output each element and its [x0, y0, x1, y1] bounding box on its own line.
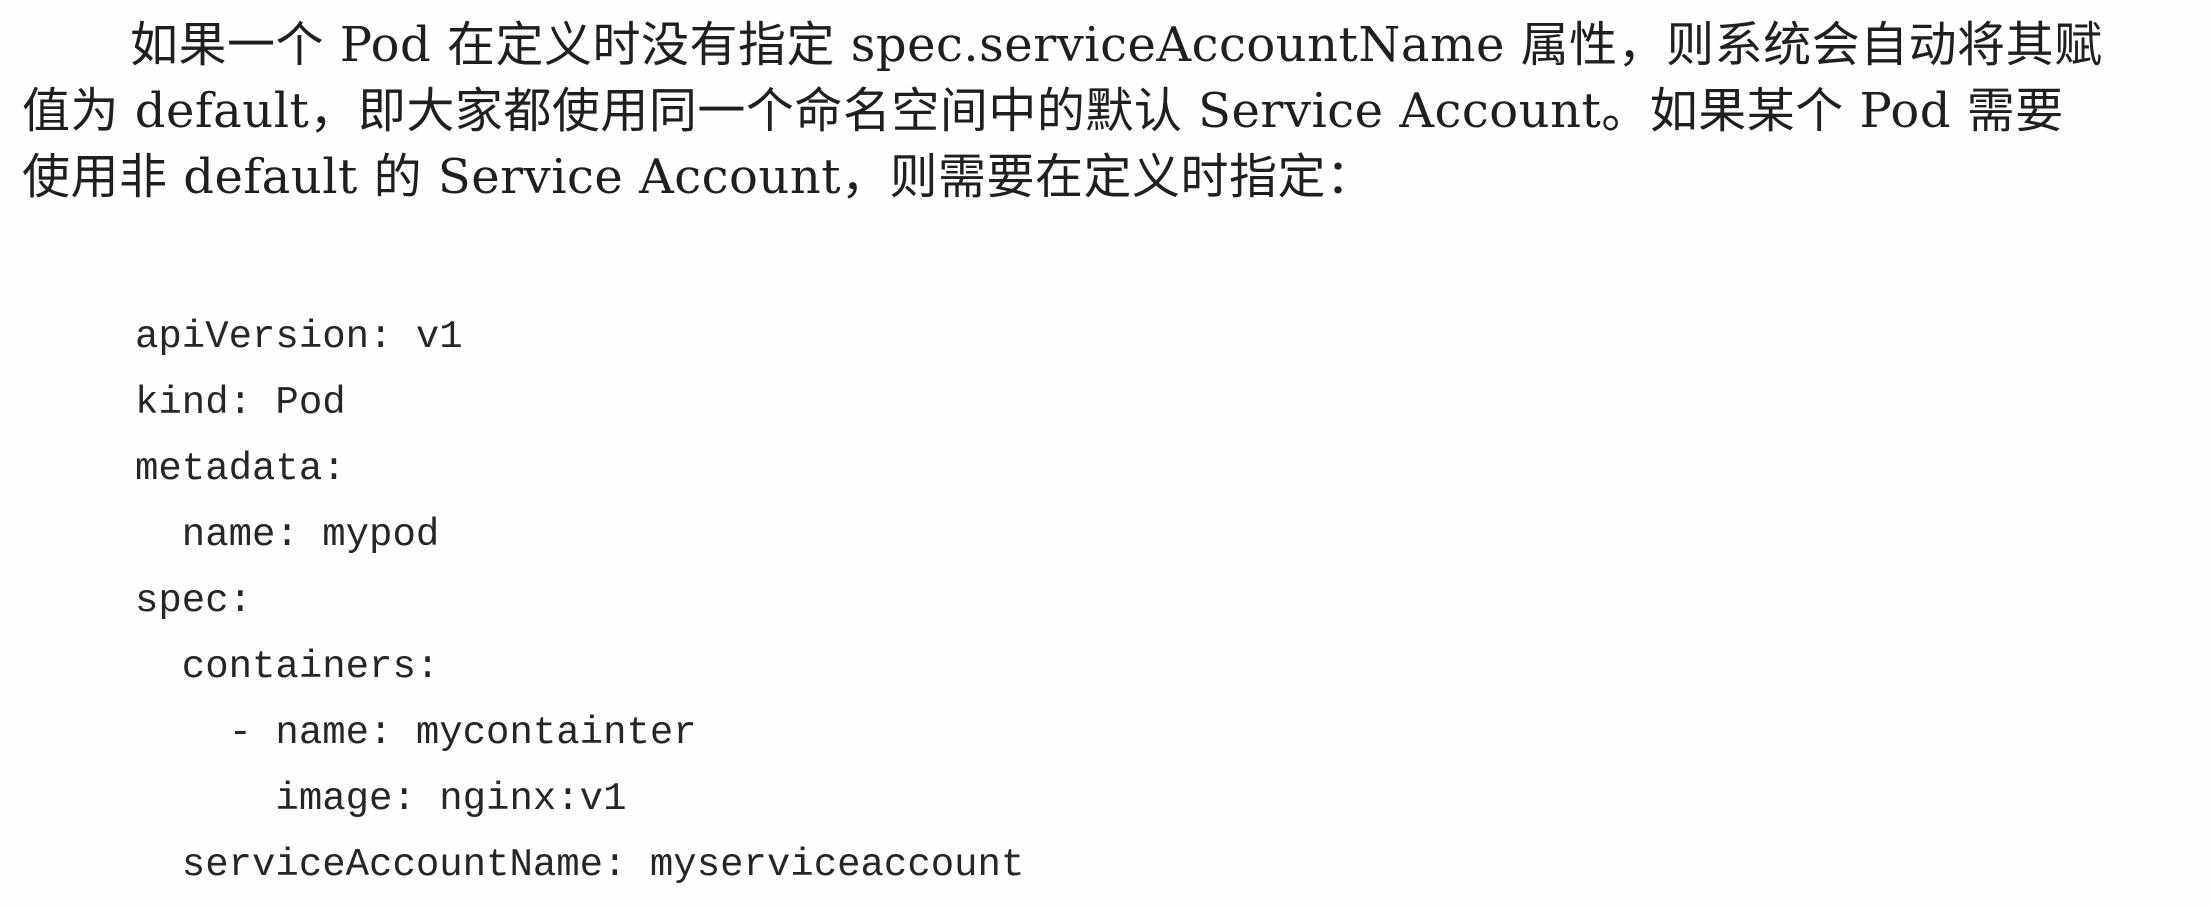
code-line: containers: — [135, 645, 440, 689]
document-page: 如果一个 Pod 在定义时没有指定 spec.serviceAccountNam… — [0, 0, 2210, 908]
code-line: apiVersion: v1 — [135, 315, 463, 359]
code-line: image: nginx:v1 — [135, 777, 627, 821]
code-line: metadata: — [135, 447, 346, 491]
code-line: name: mypod — [135, 513, 440, 557]
code-line: serviceAccountName: myserviceaccount — [135, 843, 1025, 887]
code-line: - name: mycontainter — [135, 711, 697, 755]
code-line: spec: — [135, 579, 253, 623]
code-line: kind: Pod — [135, 381, 346, 425]
paragraph-line: 值为 default，即大家都使用同一个命名空间中的默认 Service Acc… — [22, 83, 2064, 139]
paragraph-line: 如果一个 Pod 在定义时没有指定 spec.serviceAccountNam… — [130, 17, 2103, 73]
paragraph-line: 使用非 default 的 Service Account，则需要在定义时指定： — [22, 149, 1375, 205]
code-block: apiVersion: v1 kind: Pod metadata: name:… — [135, 304, 1024, 898]
body-paragraph: 如果一个 Pod 在定义时没有指定 spec.serviceAccountNam… — [22, 12, 2192, 210]
